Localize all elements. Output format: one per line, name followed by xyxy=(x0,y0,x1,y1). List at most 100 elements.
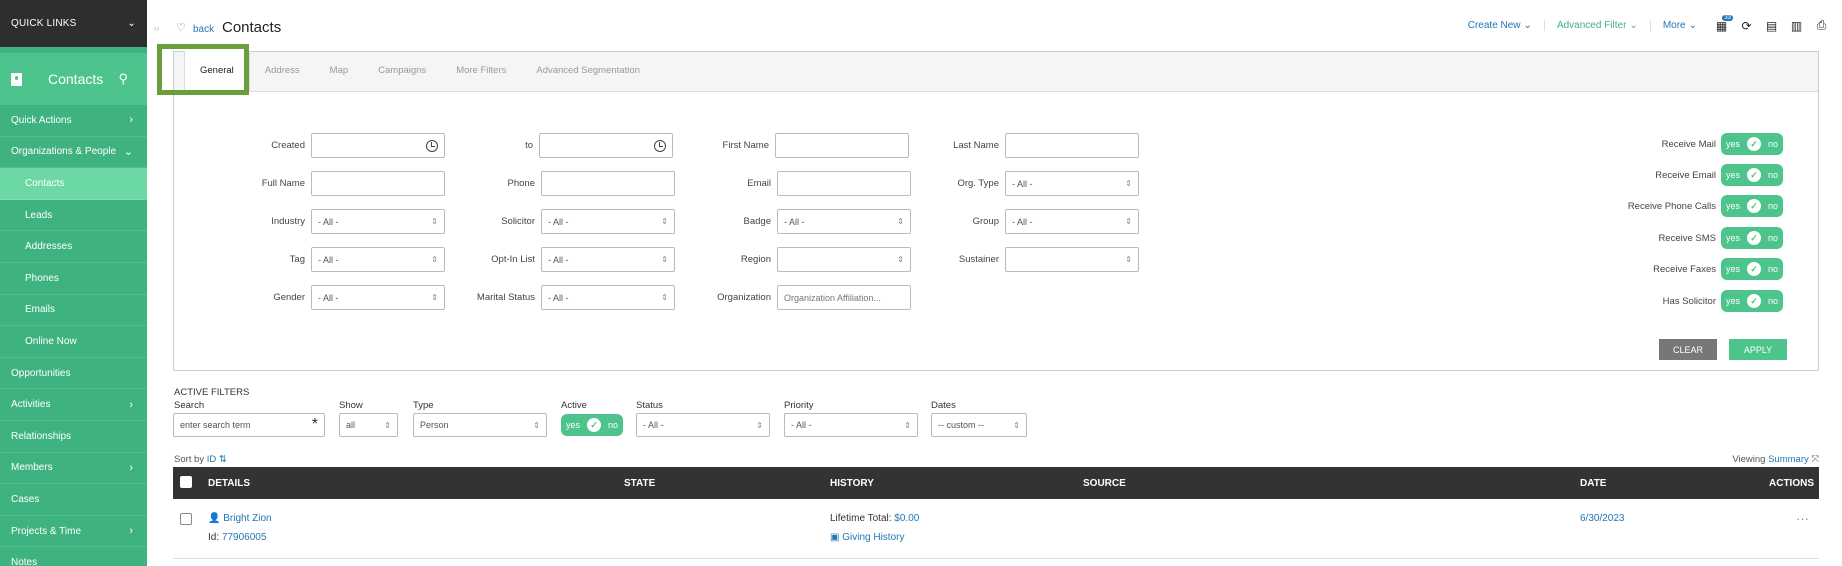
tab-more-filters[interactable]: More Filters xyxy=(441,51,521,91)
tag-select[interactable]: - All - ⇕ xyxy=(311,247,445,272)
sidebar-item-members[interactable]: Members › xyxy=(0,453,147,485)
tab-advanced-segmentation[interactable]: Advanced Segmentation xyxy=(521,51,655,91)
more-button[interactable]: More ⌄ xyxy=(1651,20,1709,31)
dates-select[interactable]: -- custom -- ⇕ xyxy=(931,413,1027,437)
email-input[interactable] xyxy=(777,171,911,196)
refresh-icon[interactable]: ⟳ xyxy=(1734,19,1759,33)
chart-icon[interactable]: ▥ xyxy=(1784,19,1809,33)
clock-icon[interactable] xyxy=(426,139,438,152)
badge-filter: Badge - All - ⇕ xyxy=(704,209,911,234)
group-select[interactable]: - All - ⇕ xyxy=(1005,209,1139,234)
clock-icon[interactable] xyxy=(654,139,666,152)
row-checkbox[interactable] xyxy=(180,513,192,525)
receive-sms-toggle[interactable]: yes ✓ no xyxy=(1721,227,1783,249)
badge-select[interactable]: - All - ⇕ xyxy=(777,209,911,234)
gender-select[interactable]: - All - ⇕ xyxy=(311,285,445,310)
quick-links-toggle[interactable]: QUICK LINKS ⌄ xyxy=(0,0,147,47)
collapse-sidebar-icon[interactable]: ‹› xyxy=(154,24,159,33)
column-source[interactable]: SOURCE xyxy=(1083,478,1126,489)
search-input[interactable]: enter search term * xyxy=(173,413,325,437)
date-link[interactable]: 6/30/2023 xyxy=(1580,513,1625,524)
opt-in-list-select[interactable]: - All - ⇕ xyxy=(541,247,675,272)
priority-select[interactable]: - All - ⇕ xyxy=(784,413,918,437)
email-filter: Email xyxy=(704,171,911,196)
expand-icon[interactable]: ⤧ xyxy=(1811,454,1819,465)
receive-phone-calls-toggle-row: Receive Phone Calls yes ✓ no xyxy=(1628,195,1783,217)
sidebar-item-organizations-people[interactable]: Organizations & People ⌄ xyxy=(0,137,147,169)
sort-direction-icon[interactable]: ⇅ xyxy=(219,454,227,465)
tab-campaigns[interactable]: Campaigns xyxy=(363,51,441,91)
sidebar-item-notes[interactable]: Notes xyxy=(0,547,147,566)
sidebar-item-quick-actions[interactable]: Quick Actions › xyxy=(0,105,147,137)
lifetime-total-link[interactable]: $0.00 xyxy=(894,513,919,524)
calendar-icon[interactable]: ▦ 33 xyxy=(1709,14,1734,33)
status-select[interactable]: - All - ⇕ xyxy=(636,413,770,437)
receive-faxes-toggle[interactable]: yes ✓ no xyxy=(1721,258,1783,280)
sidebar-item-emails[interactable]: Emails xyxy=(0,295,147,327)
giving-history-link[interactable]: Giving History xyxy=(842,532,904,543)
solicitor-select[interactable]: - All - ⇕ xyxy=(541,209,675,234)
check-icon: ✓ xyxy=(1747,168,1761,182)
sidebar-item-contacts[interactable]: Contacts xyxy=(0,168,147,200)
print-icon[interactable]: ⎙ xyxy=(1809,18,1834,33)
clear-button[interactable]: CLEAR xyxy=(1659,339,1717,360)
sidebar-item-projects-time[interactable]: Projects & Time › xyxy=(0,516,147,548)
receive-email-toggle[interactable]: yes ✓ no xyxy=(1721,164,1783,186)
contact-id-link[interactable]: 77906005 xyxy=(222,532,267,543)
select-arrows-icon: ⇕ xyxy=(1125,217,1132,226)
full-name-input[interactable] xyxy=(311,171,445,196)
column-date[interactable]: DATE xyxy=(1580,478,1606,489)
asterisk-icon[interactable]: * xyxy=(312,416,318,434)
sidebar-item-label: Organizations & People xyxy=(11,146,117,158)
receive-mail-toggle[interactable]: yes ✓ no xyxy=(1721,133,1783,155)
sort-field-link[interactable]: ID xyxy=(207,454,217,465)
apply-button[interactable]: APPLY xyxy=(1729,339,1787,360)
select-arrows-icon: ⇕ xyxy=(1125,179,1132,188)
contact-name-link[interactable]: Bright Zion xyxy=(223,513,271,524)
has-solicitor-toggle[interactable]: yes ✓ no xyxy=(1721,290,1783,312)
organization-input[interactable]: Organization Affiliation... xyxy=(777,285,911,310)
tab-address[interactable]: Address xyxy=(250,51,315,91)
chevron-right-icon: › xyxy=(129,114,133,127)
sidebar-item-leads[interactable]: Leads xyxy=(0,200,147,232)
sidebar-item-opportunities[interactable]: Opportunities xyxy=(0,358,147,390)
sidebar-section-header[interactable]: Contacts ⚲ xyxy=(0,53,147,105)
table-view-icon[interactable]: ▤ xyxy=(1759,19,1784,33)
search-icon[interactable]: ⚲ xyxy=(118,71,128,87)
sidebar-item-relationships[interactable]: Relationships xyxy=(0,421,147,453)
create-new-button[interactable]: Create New ⌄ xyxy=(1456,20,1544,31)
column-state[interactable]: STATE xyxy=(624,478,655,489)
industry-select[interactable]: - All - ⇕ xyxy=(311,209,445,234)
phone-input[interactable] xyxy=(541,171,675,196)
sidebar-item-addresses[interactable]: Addresses xyxy=(0,231,147,263)
back-link[interactable]: back xyxy=(193,24,214,35)
advanced-filter-button[interactable]: Advanced Filter ⌄ xyxy=(1543,20,1651,31)
sustainer-select[interactable]: ⇕ xyxy=(1005,247,1139,272)
heart-icon[interactable]: ♡ xyxy=(176,21,186,34)
org-type-select[interactable]: - All - ⇕ xyxy=(1005,171,1139,196)
first-name-input[interactable] xyxy=(775,133,909,158)
toggle-no: no xyxy=(1767,296,1778,306)
sidebar-item-activities[interactable]: Activities › xyxy=(0,389,147,421)
created-to-input[interactable] xyxy=(539,133,673,158)
show-select[interactable]: all ⇕ xyxy=(339,413,398,437)
more-actions-icon[interactable]: ··· xyxy=(1796,511,1809,526)
column-details[interactable]: DETAILS xyxy=(208,478,250,489)
sidebar-item-cases[interactable]: Cases xyxy=(0,484,147,516)
active-toggle[interactable]: yes ✓ no xyxy=(561,414,623,436)
region-select[interactable]: ⇕ xyxy=(777,247,911,272)
sidebar-item-phones[interactable]: Phones xyxy=(0,263,147,295)
select-all-checkbox[interactable] xyxy=(180,476,192,488)
sidebar-item-online-now[interactable]: Online Now xyxy=(0,326,147,358)
column-history[interactable]: HISTORY xyxy=(830,478,874,489)
created-from-input[interactable] xyxy=(311,133,445,158)
type-select[interactable]: Person ⇕ xyxy=(413,413,547,437)
check-icon: ✓ xyxy=(1747,231,1761,245)
marital-status-select[interactable]: - All - ⇕ xyxy=(541,285,675,310)
top-bar: ‹› ♡ back Contacts Create New ⌄ Advanced … xyxy=(147,0,1842,50)
tab-map[interactable]: Map xyxy=(315,51,363,91)
last-name-input[interactable] xyxy=(1005,133,1139,158)
receive-phone-calls-toggle[interactable]: yes ✓ no xyxy=(1721,195,1783,217)
sidebar-item-label: Leads xyxy=(25,209,53,221)
viewing-summary-link[interactable]: Summary xyxy=(1768,454,1809,465)
